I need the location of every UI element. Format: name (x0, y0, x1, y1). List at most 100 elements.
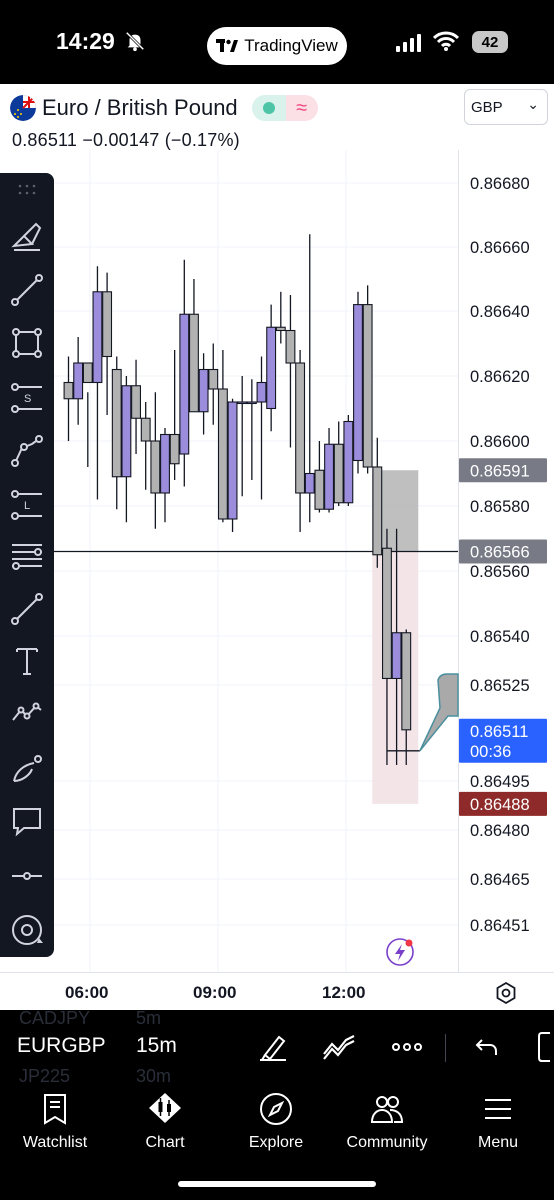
nav-chart[interactable]: Chart (110, 1092, 220, 1152)
price-tag-label: 0.86566 (470, 544, 530, 562)
callout-tool[interactable] (7, 801, 47, 841)
candle-body (73, 362, 84, 400)
price-tick-label: 0.86660 (470, 239, 530, 257)
watchlist-icon (44, 1094, 66, 1125)
market-open-dot-icon (262, 102, 275, 114)
nav-community-label: Community (346, 1134, 428, 1151)
next-timeframe[interactable]: 30m (136, 1066, 171, 1084)
horizontal-line-tool[interactable] (7, 856, 47, 896)
price-tag-label: 0.86591 (470, 462, 530, 480)
rectangle-tool[interactable] (7, 323, 47, 363)
path-icon (11, 435, 43, 467)
timeframe-selector[interactable]: 15m (136, 1034, 177, 1058)
candle-body (208, 368, 219, 390)
horizontal-ray-s-tool[interactable]: S (7, 378, 47, 418)
candle-body (131, 385, 141, 419)
eur-gbp-flag-icon (10, 95, 36, 121)
symbol-header[interactable]: Euro / British Pound ≈ (10, 94, 318, 122)
price-tag-label: 0.86511 (470, 723, 528, 741)
line-tool[interactable] (7, 589, 47, 629)
price-chart[interactable]: 0.86680 0.86660 0.86640 0.86620 0.86600 0.865… (0, 150, 554, 972)
indicators-icon[interactable] (322, 1030, 356, 1064)
cellular-signal-icon (396, 34, 421, 52)
price-tick-label: 0.86480 (470, 822, 530, 840)
battery-indicator: 42 (472, 31, 508, 53)
pattern-tool[interactable] (7, 693, 47, 733)
candle-body (102, 291, 113, 358)
home-indicator (178, 1181, 376, 1187)
candle-body (237, 401, 248, 405)
text-tool[interactable] (7, 641, 47, 681)
horizontal-ray-l-icon: L (11, 490, 42, 520)
candle-body (179, 313, 190, 455)
prev-symbol[interactable]: CADJPY (19, 1010, 90, 1029)
candle-body (324, 443, 334, 510)
chart-tab-icon (149, 1093, 181, 1123)
undo-icon[interactable] (470, 1030, 504, 1064)
compass-icon (260, 1093, 292, 1125)
tradingview-pill[interactable]: TradingView (207, 27, 347, 65)
redo-icon-partial[interactable] (534, 1030, 554, 1064)
horizontal-ray-s-icon: S (11, 383, 42, 413)
price-axis: 0.86680 0.86660 0.86640 0.86620 0.86600 0.865… (459, 175, 547, 935)
drawing-tools-icon[interactable] (256, 1030, 290, 1064)
brush-tool[interactable] (7, 217, 47, 257)
price-tick-label: 0.86600 (470, 433, 530, 451)
trend-line-tool[interactable] (7, 270, 47, 310)
price-tick-label: 0.86495 (470, 773, 530, 791)
price-tick-label: 0.86560 (470, 563, 530, 581)
nav-explore-label: Explore (248, 1134, 304, 1151)
candle-body (82, 362, 93, 384)
text-icon (16, 648, 38, 675)
parallel-lines-tool[interactable] (7, 536, 47, 576)
price-tick-label: 0.86525 (470, 677, 530, 695)
candle-body (111, 368, 122, 478)
nav-menu[interactable]: Menu (443, 1092, 553, 1152)
drawing-toolbar: SL (0, 173, 54, 957)
time-label: 12:00 (322, 983, 366, 1002)
target-icon (12, 915, 43, 945)
candle-body (140, 417, 151, 442)
currency-select[interactable]: GBP ⌄ (464, 89, 548, 125)
symbol-title: Euro / British Pound (42, 95, 238, 120)
candle-body (121, 385, 132, 478)
chart-settings-icon[interactable] (494, 981, 518, 1005)
candle-body (401, 632, 412, 731)
candle-body (314, 469, 325, 510)
svg-text:L: L (24, 500, 30, 512)
nav-chart-label: Chart (145, 1134, 185, 1151)
drag-handle-icon[interactable] (17, 183, 37, 197)
next-symbol[interactable]: JP225 (19, 1066, 70, 1084)
horizontal-ray-l-tool[interactable]: L (7, 485, 47, 525)
symbol-selector[interactable]: EURGBP (17, 1034, 106, 1058)
community-icon (370, 1096, 404, 1123)
curve-tool[interactable] (7, 748, 47, 788)
nav-community[interactable]: Community (332, 1092, 442, 1152)
time-label: 06:00 (65, 983, 109, 1002)
price-tick-label: 0.86580 (470, 498, 530, 516)
brush-icon (11, 222, 42, 251)
wifi-icon (433, 31, 459, 51)
nav-watchlist[interactable]: Watchlist (0, 1092, 110, 1152)
hamburger-menu-icon (485, 1099, 511, 1119)
candle-body (189, 313, 199, 413)
alert-badge (405, 939, 413, 947)
candle-body (63, 381, 74, 400)
curve-icon (13, 755, 42, 782)
target-tool[interactable] (7, 910, 47, 950)
candle-body (150, 440, 161, 494)
rectangle-icon (12, 328, 42, 358)
market-status-pill[interactable]: ≈ (251, 95, 318, 121)
more-icon[interactable] (390, 1030, 424, 1064)
candle-body (92, 291, 103, 384)
candle-body (169, 433, 180, 465)
price-tick-label: 0.86640 (470, 303, 530, 321)
path-tool[interactable] (7, 431, 47, 471)
nav-explore[interactable]: Explore (221, 1092, 331, 1152)
price-change-line: 0.86511 −0.00147 (−0.17%) (12, 130, 240, 150)
price-tag-label: 0.86488 (470, 796, 530, 814)
candle-body (333, 443, 344, 504)
prev-timeframe[interactable]: 5m (136, 1010, 161, 1029)
trend-line-icon (11, 274, 43, 306)
candle-body (391, 632, 402, 680)
